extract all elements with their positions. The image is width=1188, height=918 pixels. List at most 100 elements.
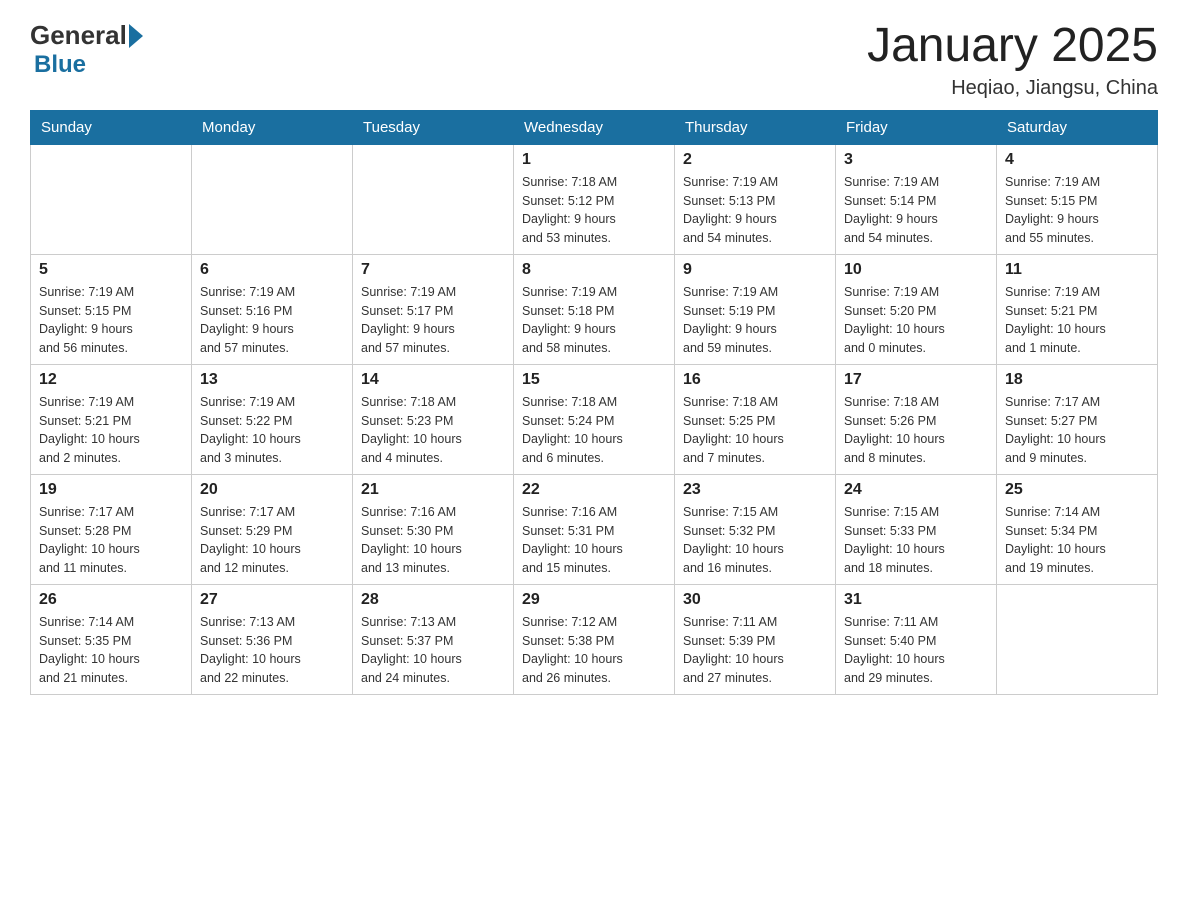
calendar-day-header: Saturday — [997, 110, 1158, 144]
calendar-cell: 12 Sunrise: 7:19 AM Sunset: 5:21 PM Dayli… — [31, 364, 192, 474]
day-number: 2 — [683, 151, 827, 169]
day-info: Sunrise: 7:16 AM Sunset: 5:30 PM Dayligh… — [361, 503, 505, 578]
day-number: 28 — [361, 591, 505, 609]
calendar-week-row: 19 Sunrise: 7:17 AM Sunset: 5:28 PM Dayli… — [31, 474, 1158, 584]
day-number: 1 — [522, 151, 666, 169]
day-info: Sunrise: 7:16 AM Sunset: 5:31 PM Dayligh… — [522, 503, 666, 578]
day-number: 11 — [1005, 261, 1149, 279]
day-number: 9 — [683, 261, 827, 279]
logo: General Blue — [30, 20, 143, 79]
calendar-cell — [997, 584, 1158, 694]
calendar-week-row: 12 Sunrise: 7:19 AM Sunset: 5:21 PM Dayli… — [31, 364, 1158, 474]
calendar-day-header: Friday — [836, 110, 997, 144]
calendar-cell: 11Sunrise: 7:19 AM Sunset: 5:21 PM Dayli… — [997, 254, 1158, 364]
day-number: 25 — [1005, 481, 1149, 499]
day-number: 3 — [844, 151, 988, 169]
day-number: 27 — [200, 591, 344, 609]
calendar-cell: 20 Sunrise: 7:17 AM Sunset: 5:29 PM Dayli… — [192, 474, 353, 584]
calendar-day-header: Thursday — [675, 110, 836, 144]
day-number: 5 — [39, 261, 183, 279]
day-info: Sunrise: 7:18 AM Sunset: 5:24 PM Dayligh… — [522, 393, 666, 468]
calendar-cell: 5 Sunrise: 7:19 AM Sunset: 5:15 PM Daylig… — [31, 254, 192, 364]
calendar-day-header: Wednesday — [514, 110, 675, 144]
day-info: Sunrise: 7:18 AM Sunset: 5:26 PM Dayligh… — [844, 393, 988, 468]
day-info: Sunrise: 7:19 AM Sunset: 5:14 PM Dayligh… — [844, 173, 988, 248]
calendar-cell: 13 Sunrise: 7:19 AM Sunset: 5:22 PM Dayli… — [192, 364, 353, 474]
calendar-table: SundayMondayTuesdayWednesdayThursdayFrid… — [30, 110, 1158, 695]
logo-arrow-icon — [129, 24, 143, 48]
title-area: January 2025 Heqiao, Jiangsu, China — [867, 20, 1158, 100]
day-number: 15 — [522, 371, 666, 389]
day-info: Sunrise: 7:19 AM Sunset: 5:22 PM Dayligh… — [200, 393, 344, 468]
calendar-week-row: 26Sunrise: 7:14 AM Sunset: 5:35 PM Dayli… — [31, 584, 1158, 694]
calendar-cell: 9 Sunrise: 7:19 AM Sunset: 5:19 PM Daylig… — [675, 254, 836, 364]
day-number: 13 — [200, 371, 344, 389]
day-info: Sunrise: 7:19 AM Sunset: 5:19 PM Dayligh… — [683, 283, 827, 358]
day-info: Sunrise: 7:19 AM Sunset: 5:16 PM Dayligh… — [200, 283, 344, 358]
calendar-cell: 16Sunrise: 7:18 AM Sunset: 5:25 PM Dayli… — [675, 364, 836, 474]
day-info: Sunrise: 7:19 AM Sunset: 5:13 PM Dayligh… — [683, 173, 827, 248]
day-number: 8 — [522, 261, 666, 279]
day-number: 12 — [39, 371, 183, 389]
calendar-cell: 1 Sunrise: 7:18 AM Sunset: 5:12 PM Daylig… — [514, 144, 675, 254]
day-info: Sunrise: 7:19 AM Sunset: 5:15 PM Dayligh… — [39, 283, 183, 358]
calendar-cell: 19 Sunrise: 7:17 AM Sunset: 5:28 PM Dayli… — [31, 474, 192, 584]
calendar-cell: 17 Sunrise: 7:18 AM Sunset: 5:26 PM Dayli… — [836, 364, 997, 474]
calendar-cell: 2 Sunrise: 7:19 AM Sunset: 5:13 PM Daylig… — [675, 144, 836, 254]
day-info: Sunrise: 7:14 AM Sunset: 5:34 PM Dayligh… — [1005, 503, 1149, 578]
logo-general-text: General — [30, 20, 127, 51]
day-info: Sunrise: 7:18 AM Sunset: 5:23 PM Dayligh… — [361, 393, 505, 468]
day-info: Sunrise: 7:19 AM Sunset: 5:18 PM Dayligh… — [522, 283, 666, 358]
calendar-cell: 24Sunrise: 7:15 AM Sunset: 5:33 PM Dayli… — [836, 474, 997, 584]
day-number: 22 — [522, 481, 666, 499]
day-number: 14 — [361, 371, 505, 389]
day-info: Sunrise: 7:15 AM Sunset: 5:32 PM Dayligh… — [683, 503, 827, 578]
day-number: 16 — [683, 371, 827, 389]
day-number: 21 — [361, 481, 505, 499]
calendar-cell: 23Sunrise: 7:15 AM Sunset: 5:32 PM Dayli… — [675, 474, 836, 584]
calendar-cell: 31Sunrise: 7:11 AM Sunset: 5:40 PM Dayli… — [836, 584, 997, 694]
calendar-cell: 30 Sunrise: 7:11 AM Sunset: 5:39 PM Dayli… — [675, 584, 836, 694]
day-info: Sunrise: 7:19 AM Sunset: 5:15 PM Dayligh… — [1005, 173, 1149, 248]
calendar-cell: 15 Sunrise: 7:18 AM Sunset: 5:24 PM Dayli… — [514, 364, 675, 474]
day-info: Sunrise: 7:19 AM Sunset: 5:21 PM Dayligh… — [39, 393, 183, 468]
day-number: 10 — [844, 261, 988, 279]
calendar-cell: 27 Sunrise: 7:13 AM Sunset: 5:36 PM Dayli… — [192, 584, 353, 694]
calendar-cell: 29Sunrise: 7:12 AM Sunset: 5:38 PM Dayli… — [514, 584, 675, 694]
day-info: Sunrise: 7:17 AM Sunset: 5:28 PM Dayligh… — [39, 503, 183, 578]
day-number: 18 — [1005, 371, 1149, 389]
calendar-cell — [353, 144, 514, 254]
calendar-cell: 3 Sunrise: 7:19 AM Sunset: 5:14 PM Daylig… — [836, 144, 997, 254]
day-info: Sunrise: 7:11 AM Sunset: 5:39 PM Dayligh… — [683, 613, 827, 688]
calendar-day-header: Monday — [192, 110, 353, 144]
day-info: Sunrise: 7:13 AM Sunset: 5:37 PM Dayligh… — [361, 613, 505, 688]
day-number: 19 — [39, 481, 183, 499]
day-number: 7 — [361, 261, 505, 279]
calendar-cell: 6 Sunrise: 7:19 AM Sunset: 5:16 PM Daylig… — [192, 254, 353, 364]
calendar-cell: 18 Sunrise: 7:17 AM Sunset: 5:27 PM Dayli… — [997, 364, 1158, 474]
day-number: 17 — [844, 371, 988, 389]
day-info: Sunrise: 7:19 AM Sunset: 5:17 PM Dayligh… — [361, 283, 505, 358]
day-number: 6 — [200, 261, 344, 279]
day-info: Sunrise: 7:13 AM Sunset: 5:36 PM Dayligh… — [200, 613, 344, 688]
calendar-cell: 26Sunrise: 7:14 AM Sunset: 5:35 PM Dayli… — [31, 584, 192, 694]
day-number: 4 — [1005, 151, 1149, 169]
calendar-day-header: Tuesday — [353, 110, 514, 144]
page-header: General Blue January 2025 Heqiao, Jiangs… — [30, 20, 1158, 100]
day-info: Sunrise: 7:11 AM Sunset: 5:40 PM Dayligh… — [844, 613, 988, 688]
day-number: 24 — [844, 481, 988, 499]
location-text: Heqiao, Jiangsu, China — [867, 77, 1158, 100]
day-info: Sunrise: 7:17 AM Sunset: 5:27 PM Dayligh… — [1005, 393, 1149, 468]
calendar-cell: 10 Sunrise: 7:19 AM Sunset: 5:20 PM Dayli… — [836, 254, 997, 364]
day-info: Sunrise: 7:18 AM Sunset: 5:12 PM Dayligh… — [522, 173, 666, 248]
day-number: 20 — [200, 481, 344, 499]
calendar-header-row: SundayMondayTuesdayWednesdayThursdayFrid… — [31, 110, 1158, 144]
calendar-cell — [31, 144, 192, 254]
calendar-cell: 28 Sunrise: 7:13 AM Sunset: 5:37 PM Dayli… — [353, 584, 514, 694]
calendar-cell: 8 Sunrise: 7:19 AM Sunset: 5:18 PM Daylig… — [514, 254, 675, 364]
calendar-cell: 22 Sunrise: 7:16 AM Sunset: 5:31 PM Dayli… — [514, 474, 675, 584]
day-number: 30 — [683, 591, 827, 609]
day-info: Sunrise: 7:17 AM Sunset: 5:29 PM Dayligh… — [200, 503, 344, 578]
day-info: Sunrise: 7:19 AM Sunset: 5:20 PM Dayligh… — [844, 283, 988, 358]
calendar-day-header: Sunday — [31, 110, 192, 144]
